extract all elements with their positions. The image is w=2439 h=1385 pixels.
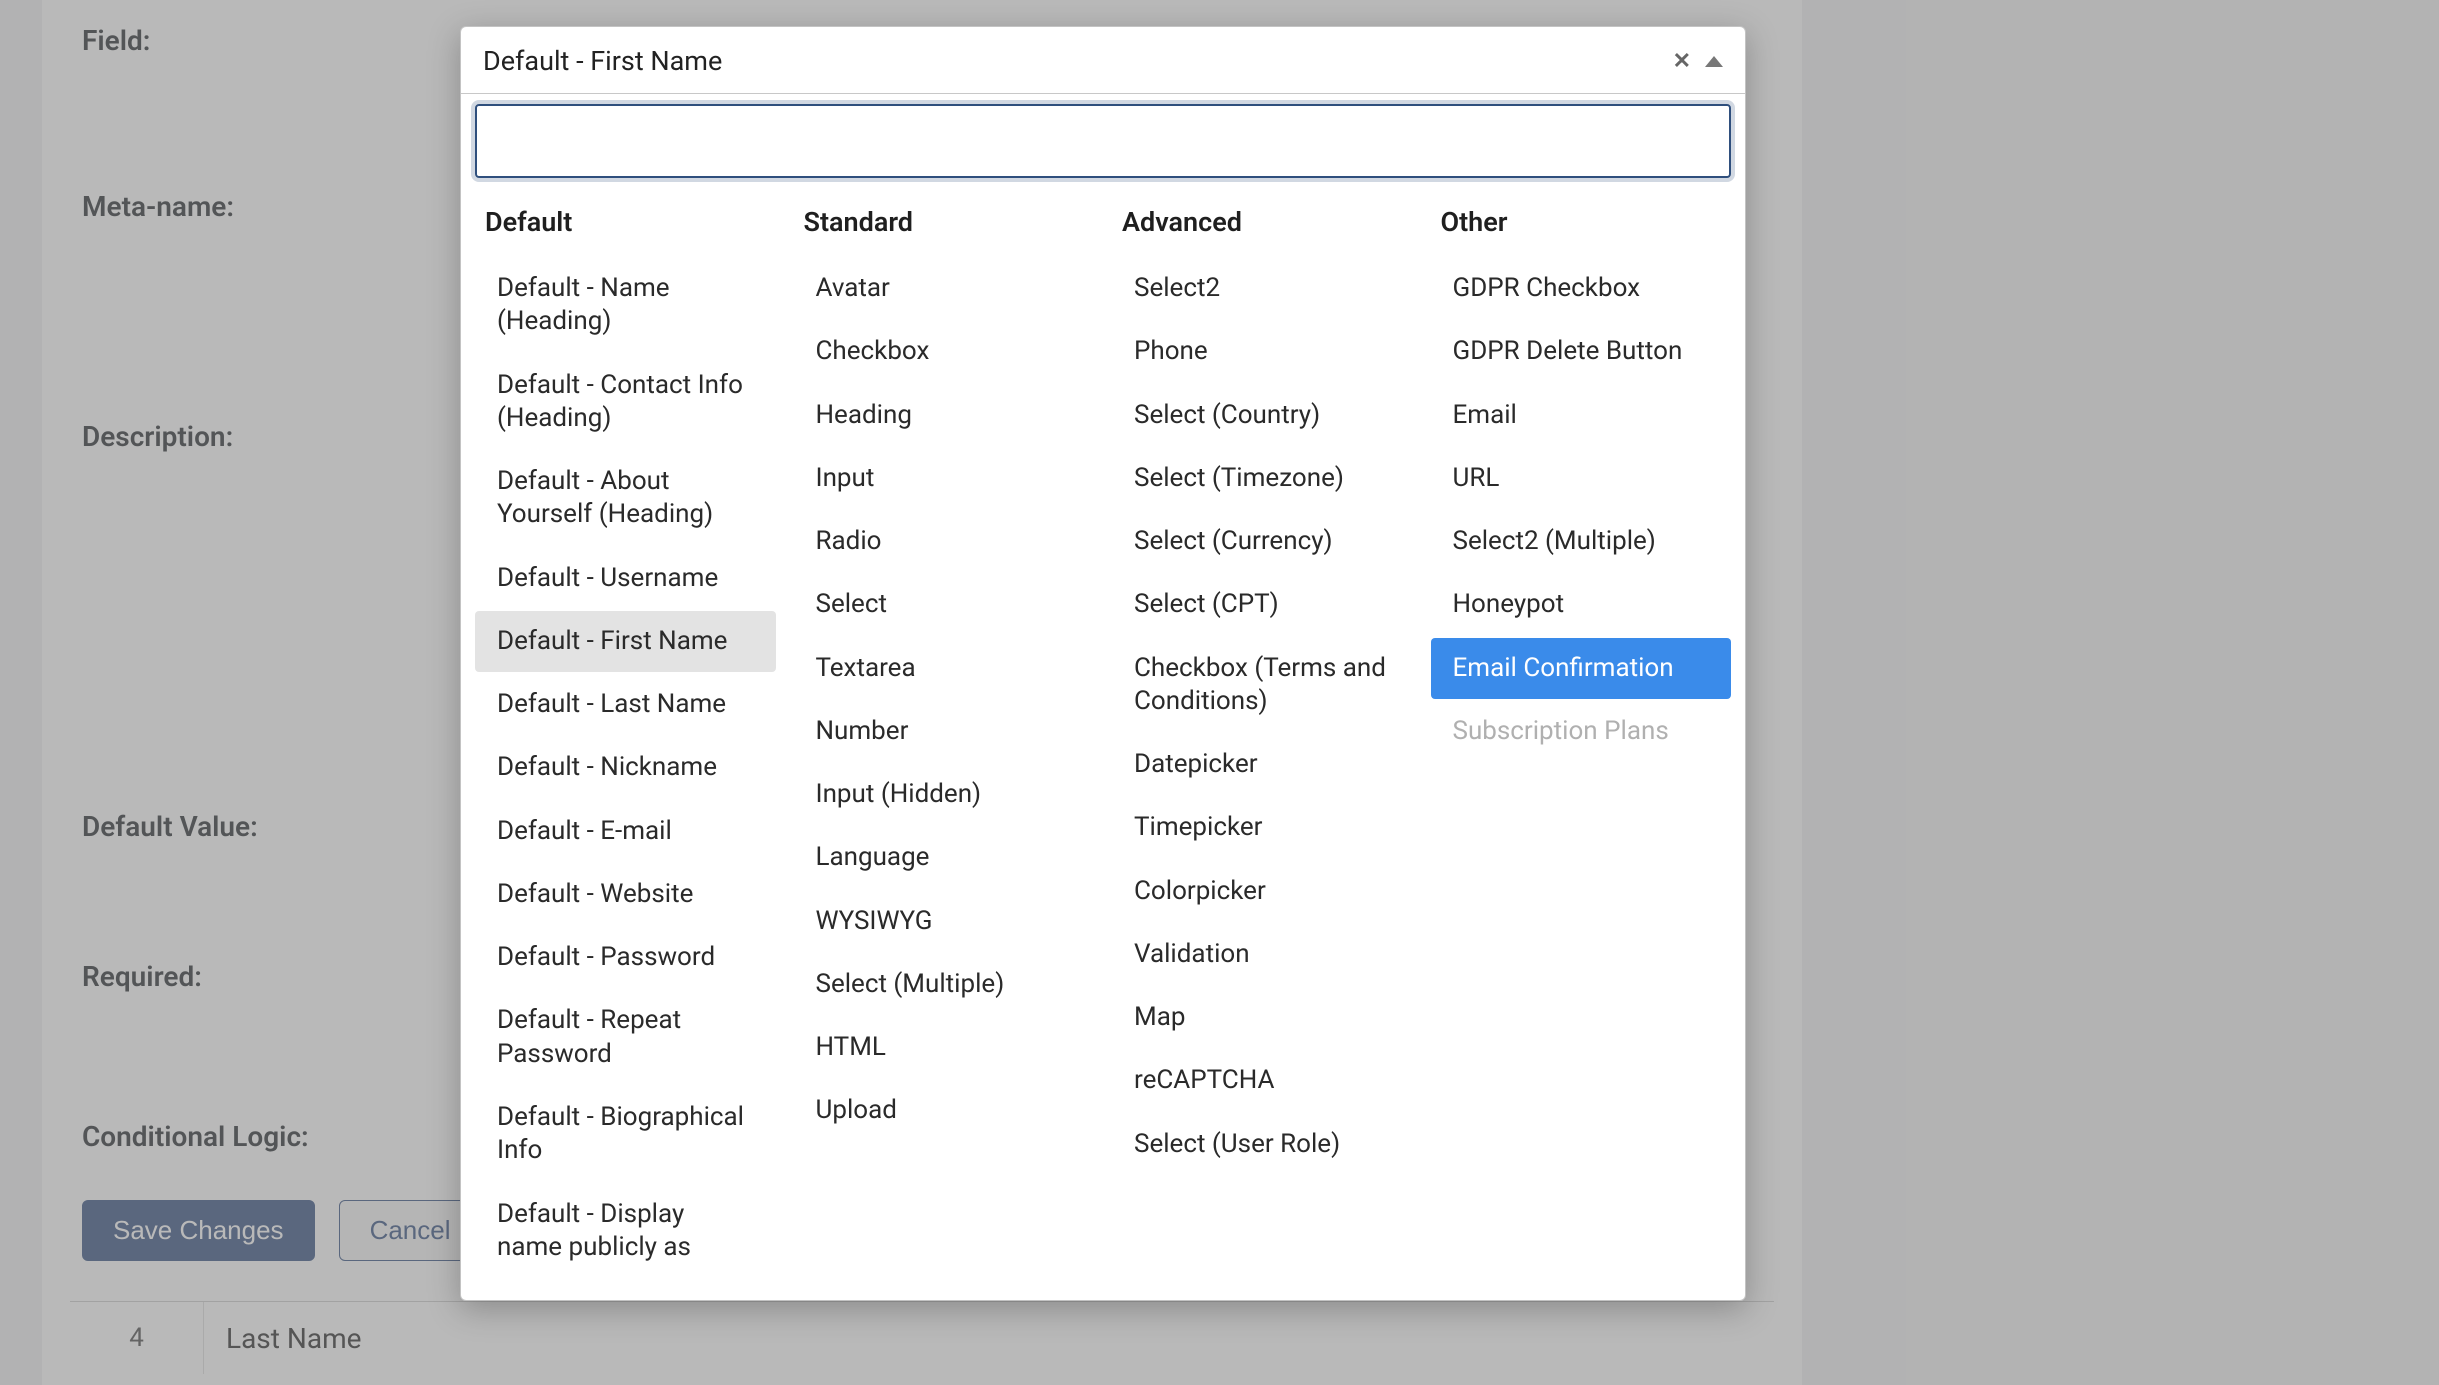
dropdown-option[interactable]: Select (Country) [1112,385,1413,446]
dropdown-option[interactable]: Default - Repeat Password [475,990,776,1085]
dropdown-option[interactable]: Default - Username [475,548,776,609]
close-icon[interactable]: ✕ [1673,49,1691,74]
dropdown-option[interactable]: Default - E-mail [475,801,776,862]
dropdown-option[interactable]: Phone [1112,321,1413,382]
dropdown-option[interactable]: GDPR Checkbox [1431,258,1732,319]
dropdown-option[interactable]: GDPR Delete Button [1431,321,1732,382]
dropdown-option[interactable]: Upload [794,1080,1095,1141]
dropdown-option[interactable]: Heading [794,385,1095,446]
dropdown-option[interactable]: Select (Currency) [1112,511,1413,572]
dropdown-option[interactable]: Default - Website [475,864,776,925]
dropdown-option[interactable]: Default - Last Name [475,674,776,735]
dropdown-option[interactable]: Checkbox [794,321,1095,382]
dropdown-option[interactable]: Radio [794,511,1095,572]
dropdown-option[interactable]: URL [1431,448,1732,509]
dropdown-group: StandardAvatarCheckboxHeadingInputRadioS… [788,200,1101,1280]
dropdown-search-input[interactable] [475,104,1731,178]
dropdown-option[interactable]: Email Confirmation [1431,638,1732,699]
dropdown-option[interactable]: Input (Hidden) [794,764,1095,825]
dropdown-header: Default - First Name ✕ [461,27,1745,93]
dropdown-option[interactable]: Default - First Name [475,611,776,672]
dropdown-group: OtherGDPR CheckboxGDPR Delete ButtonEmai… [1425,200,1738,1280]
dropdown-option[interactable]: Select (User Role) [1112,1114,1413,1175]
dropdown-option[interactable]: Default - Password [475,927,776,988]
dropdown-body: DefaultDefault - Name (Heading)Default -… [461,93,1745,1300]
dropdown-option[interactable]: Default - Display name publicly as [475,1184,776,1279]
dropdown-group: DefaultDefault - Name (Heading)Default -… [469,200,782,1280]
dropdown-group-title: Other [1427,200,1736,256]
field-type-dropdown: Default - First Name ✕ DefaultDefault - … [460,26,1746,1301]
dropdown-group-title: Standard [790,200,1099,256]
dropdown-option[interactable]: Select (Timezone) [1112,448,1413,509]
dropdown-option: Subscription Plans [1431,701,1732,762]
dropdown-option[interactable]: Textarea [794,638,1095,699]
dropdown-option[interactable]: Select (Multiple) [794,954,1095,1015]
dropdown-option[interactable]: Select2 (Multiple) [1431,511,1732,572]
dropdown-option[interactable]: Default - About Yourself (Heading) [475,451,776,546]
dropdown-option[interactable]: Default - Contact Info (Heading) [475,355,776,450]
dropdown-option[interactable]: Select2 [1112,258,1413,319]
dropdown-option[interactable]: Checkbox (Terms and Conditions) [1112,638,1413,733]
dropdown-option[interactable]: reCAPTCHA [1112,1050,1413,1111]
dropdown-option[interactable]: Colorpicker [1112,861,1413,922]
dropdown-option[interactable]: Honeypot [1431,574,1732,635]
dropdown-option[interactable]: Email [1431,385,1732,446]
dropdown-option[interactable]: Avatar [794,258,1095,319]
dropdown-group-title: Default [471,200,780,256]
dropdown-option[interactable]: Number [794,701,1095,762]
dropdown-columns: DefaultDefault - Name (Heading)Default -… [469,192,1737,1280]
dropdown-group-title: Advanced [1108,200,1417,256]
dropdown-option[interactable]: Default - Nickname [475,737,776,798]
dropdown-option[interactable]: Language [794,827,1095,888]
dropdown-option[interactable]: HTML [794,1017,1095,1078]
dropdown-option[interactable]: Input [794,448,1095,509]
dropdown-option[interactable]: Timepicker [1112,797,1413,858]
dropdown-option[interactable]: WYSIWYG [794,891,1095,952]
dropdown-group: AdvancedSelect2PhoneSelect (Country)Sele… [1106,200,1419,1280]
dropdown-current-value: Default - First Name [483,45,722,77]
dropdown-option[interactable]: Default - Biographical Info [475,1087,776,1182]
dropdown-option[interactable]: Select (CPT) [1112,574,1413,635]
dropdown-option[interactable]: Validation [1112,924,1413,985]
dropdown-option[interactable]: Datepicker [1112,734,1413,795]
dropdown-option[interactable]: Select [794,574,1095,635]
dropdown-option[interactable]: Map [1112,987,1413,1048]
dropdown-option[interactable]: Default - Name (Heading) [475,258,776,353]
chevron-up-icon[interactable] [1705,56,1723,67]
